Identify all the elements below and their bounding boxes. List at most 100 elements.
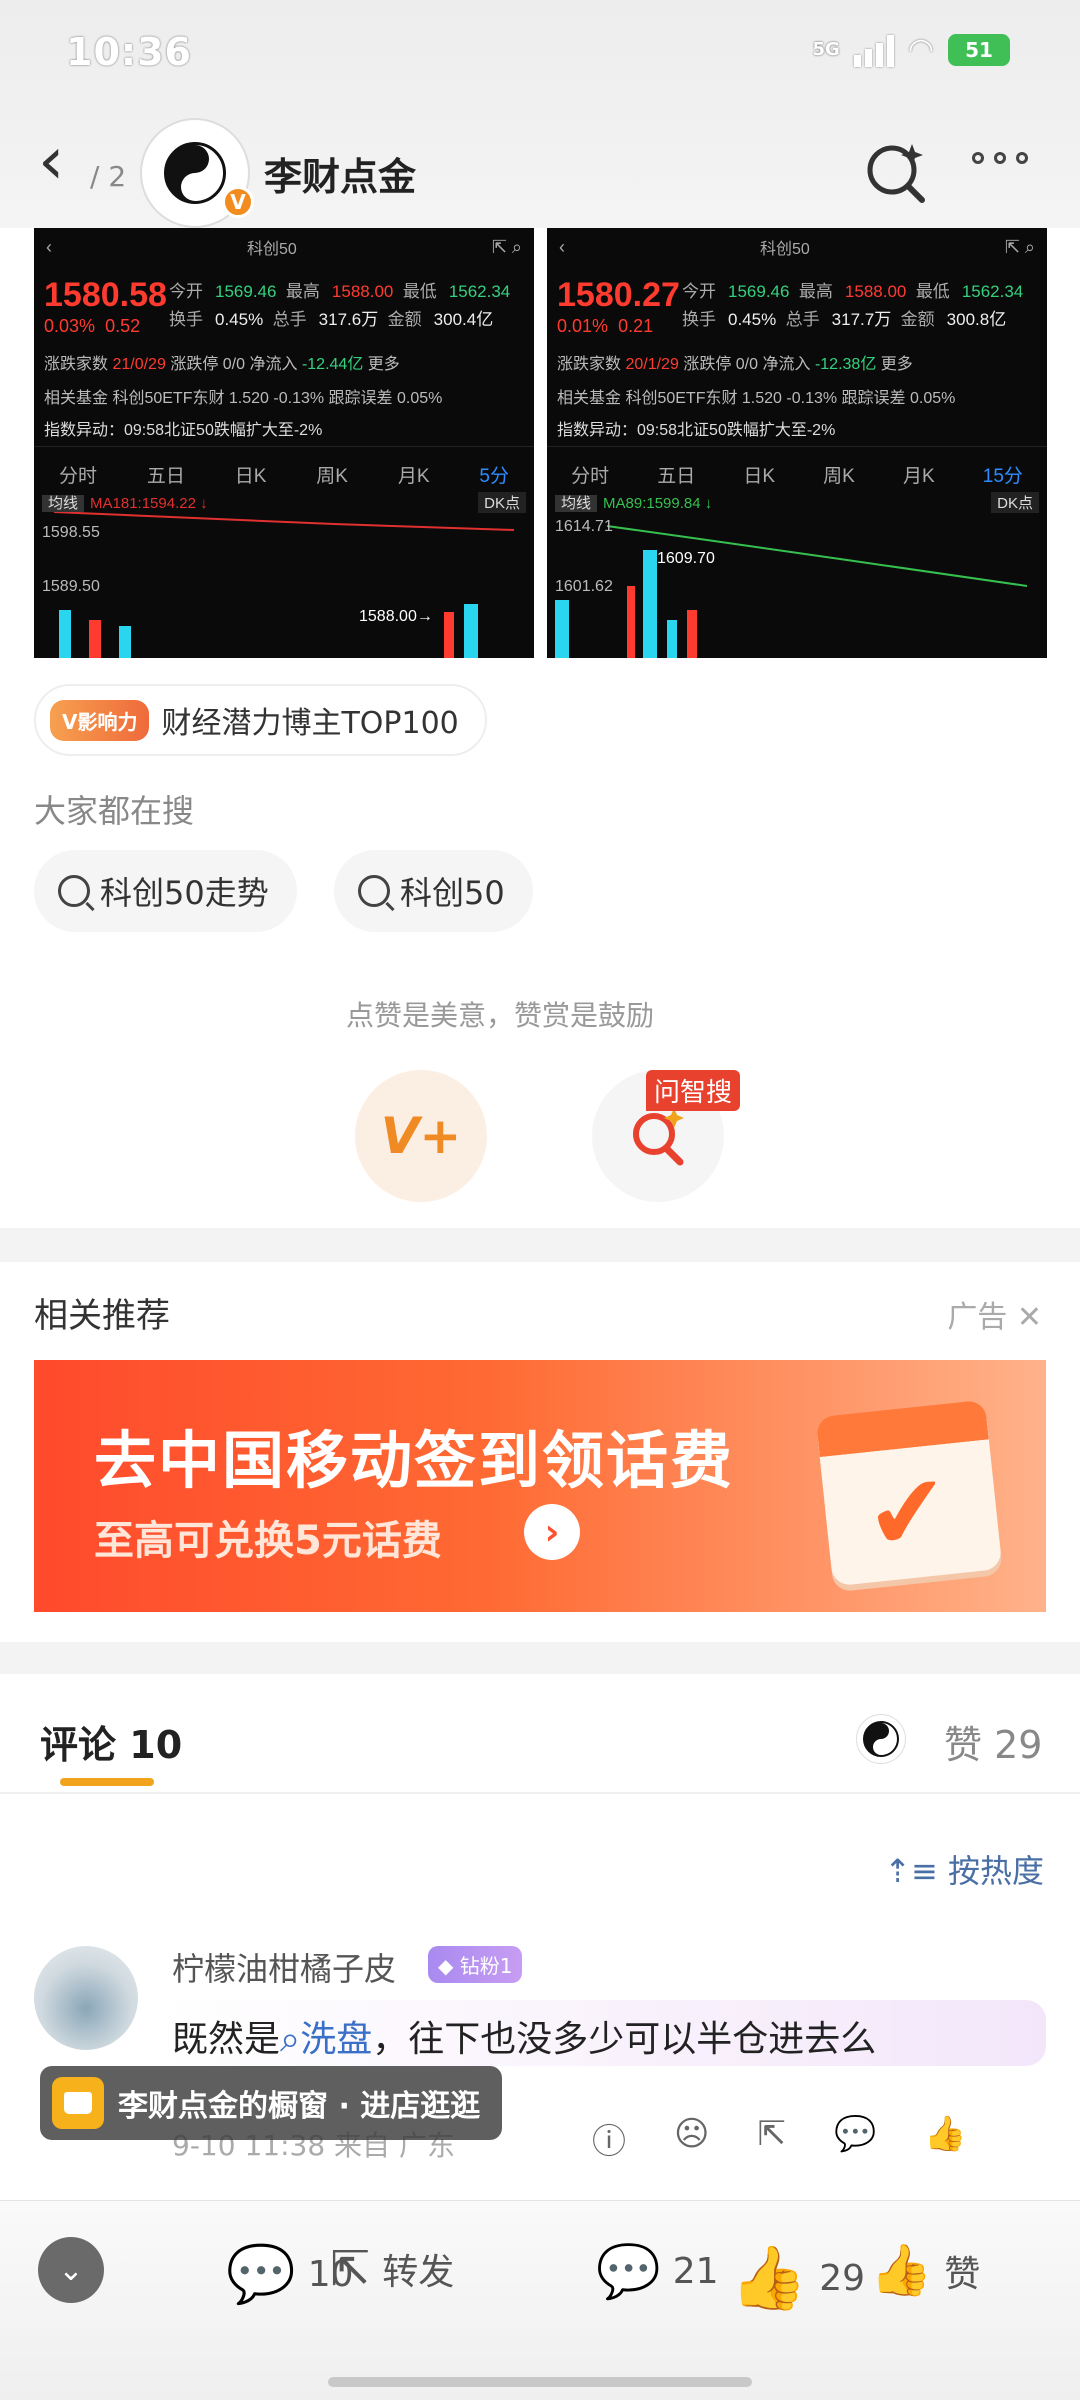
influence-badge[interactable]: V影响力 财经潜力博主TOP100 [34,684,487,756]
thumbs-up-icon[interactable]: 👍 [924,2114,966,2163]
tab-five-day[interactable]: 五日 [147,461,185,488]
tab-five-day[interactable]: 五日 [657,461,695,488]
y-top-label: 1614.71 [555,518,613,535]
top-bar: 10:36 5G ◠ 51 ‹ / 2 V 李财点金 [0,0,1080,228]
tab-monthly-k[interactable]: 月K [398,461,430,488]
active-tab-indicator [60,1778,154,1786]
stock-screenshot-right[interactable]: ‹ 科创50 ⇱ ⌕ 1580.27 0.01% 0.21 今开 1569.46 最高… [547,228,1047,658]
bottom-action-bar: ⌄ 💬 10 ⇱ 转发 💬 21 👍 29 👍 赞 [0,2200,1080,2400]
fan-badge: ◆ 钻粉1 [428,1946,523,1983]
search-icon [58,875,90,907]
comment-icon: 💬 [226,2242,296,2307]
comment-actions: ⓘ ☹ ⇱ 💬 👍 [592,2114,967,2163]
stock-pct: 0.01% [557,316,609,336]
high-annotation: 1609.70 [657,550,715,567]
fund-line: 相关基金 科创50ETF东财 1.520 -0.13% 跟踪误差 0.05% [557,390,956,407]
tab-weekly-k[interactable]: 周K [316,461,348,488]
shop-window-pill[interactable]: 李财点金的橱窗 · 进店逛逛 [40,2066,503,2140]
home-indicator[interactable] [328,2377,752,2387]
share-icon: ⇱ ⌕ [1004,236,1035,257]
post-content: ‹ 科创50 ⇱ ⌕ 1580.58 0.03% 0.52 今开 1569.46 最高… [0,228,1080,1228]
shop-icon [52,2077,104,2129]
dk-button[interactable]: DK点 [991,492,1039,513]
report-icon[interactable]: ⓘ [592,2114,626,2163]
dislike-icon[interactable]: ☹ [674,2114,709,2163]
thumb-button[interactable]: 👍 29 [730,2241,865,2315]
y-mid-label: 1589.50 [42,578,100,595]
chat-bubble-icon: 💬 [596,2242,661,2302]
repost-icon: ⇱ [330,2241,371,2297]
fund-line: 相关基金 科创50ETF东财 1.520 -0.13% 跟踪误差 0.05% [44,390,443,407]
tab-daily-k[interactable]: 日K [743,461,775,488]
smart-search-icon[interactable] [862,138,930,206]
liker-avatar[interactable] [856,1714,906,1764]
ad-banner[interactable]: 去中国移动签到领话费 至高可兑换5元话费 › [34,1360,1046,1612]
recommend-title: 相关推荐 [34,1296,170,1336]
banner-headline: 去中国移动签到领话费 [94,1424,735,1497]
stock-stats: 今开 1569.46 最高 1588.00 最低 1562.34 换手 0.45% 总手… [682,282,1024,329]
share-icon[interactable]: ⇱ [757,2114,786,2163]
tab-likes[interactable]: 赞 29 [944,1714,1042,1769]
tab-intraday[interactable]: 分时 [59,461,97,488]
tab-comments[interactable]: 评论 10 [40,1714,182,1769]
sort-button[interactable]: ⇡≡ 按热度 [884,1846,1044,1892]
dk-button[interactable]: DK点 [478,492,526,513]
verified-badge: V [222,186,254,218]
tab-daily-k[interactable]: 日K [235,461,267,488]
ma-value: MA89:1599.84 ↓ [603,495,713,512]
repost-button[interactable]: ⇱ 转发 [330,2241,454,2297]
y-top-label: 1598.55 [42,524,100,541]
stock-name: 科创50 [760,241,810,258]
recommend-section: 相关推荐 广告 ✕ 去中国移动签到领话费 至高可兑换5元话费 › [0,1262,1080,1642]
alert-line: 指数异动：09:58北证50跌幅扩大至-2% [44,422,323,439]
tab-minute[interactable]: 15分 [983,461,1023,488]
y-mid-label: 1601.62 [555,578,613,595]
tab-intraday[interactable]: 分时 [571,461,609,488]
more-button[interactable] [972,152,1028,164]
updown-line: 涨跌家数 20/1/29 涨跌停 0/0 净流入 -12.38亿 更多 [557,356,913,373]
keyword-link[interactable]: ⌕洗盘 [280,2019,372,2060]
status-icons: 5G ◠ 51 [813,32,1010,67]
collapse-button[interactable]: ⌄ [38,2237,104,2303]
stock-price: 1580.58 [44,276,167,314]
ad-close-button[interactable]: 广告 ✕ [947,1292,1042,1336]
chart-tabs: 分时 五日 日K 周K 月K 5分 [34,446,534,488]
ma-value: MA181:1594.22 ↓ [90,495,208,512]
signal-icon [853,33,894,67]
ai-search-icon [633,1108,684,1166]
chat-button[interactable]: 💬 21 [596,2241,719,2302]
comment-username[interactable]: 柠檬油柑橘子皮 [172,1944,396,1990]
like-icon: 👍 [870,2241,933,2299]
stock-change: 0.52 [105,316,141,336]
author-name[interactable]: 李财点金 [264,146,416,201]
tab-weekly-k[interactable]: 周K [823,461,855,488]
reply-icon[interactable]: 💬 [834,2114,876,2163]
search-chip[interactable]: 科创50走势 [34,850,297,932]
reward-icon: V+ [380,1107,462,1165]
candlestick-chart [555,525,1028,658]
banner-subline: 至高可兑换5元话费 [94,1518,442,1564]
back-button[interactable]: ‹ [38,128,64,194]
candlestick-chart [53,511,515,658]
divider [0,1792,1080,1794]
yinyang-icon [863,1721,899,1757]
ask-tag: 问智搜 [646,1070,741,1111]
like-button[interactable]: 👍 赞 [870,2241,980,2300]
sort-icon: ⇡≡ [884,1852,938,1890]
arrow-right-icon: › [524,1504,580,1560]
comment-text: 既然是⌕洗盘，往下也没多少可以半仓进去么 [172,2019,877,2060]
influence-text: 财经潜力博主TOP100 [161,706,459,741]
avatar[interactable] [34,1946,138,2050]
reward-button[interactable]: V+ [355,1070,487,1202]
tab-minute[interactable]: 5分 [479,461,509,488]
stock-screenshot-left[interactable]: ‹ 科创50 ⇱ ⌕ 1580.58 0.03% 0.52 今开 1569.46 最高… [34,228,534,658]
tab-monthly-k[interactable]: 月K [903,461,935,488]
influence-tag: V影响力 [50,699,150,741]
search-chip[interactable]: 科创50 [334,850,533,932]
wifi-icon: ◠ [907,32,934,67]
close-icon: ✕ [1016,1300,1042,1335]
ma-tag: 均线 [42,495,85,512]
high-annotation: 1588.00→ [359,608,433,625]
ma-tag: 均线 [555,495,598,512]
stock-change: 0.21 [618,316,654,336]
